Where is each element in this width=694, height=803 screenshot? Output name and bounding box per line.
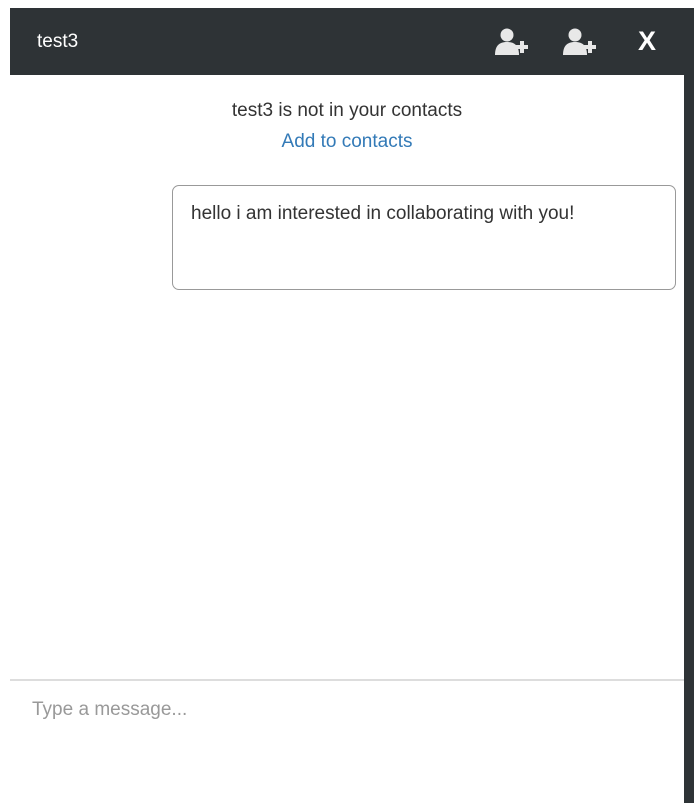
window-right-border [684, 8, 694, 803]
chat-title: test3 [37, 31, 79, 52]
add-to-contacts-link[interactable]: Add to contacts [10, 131, 684, 153]
message-bubble: hello i am interested in collaborating w… [172, 185, 676, 290]
message-composer [10, 679, 684, 803]
chat-window: test3 X test3 is not in your contacts Ad… [10, 8, 684, 803]
add-contact-icon[interactable] [563, 27, 597, 57]
chat-header: test3 X [10, 8, 684, 75]
close-button[interactable]: X [638, 8, 656, 75]
top-strip [0, 0, 694, 8]
message-input[interactable] [10, 681, 684, 803]
chat-page: test3 X test3 is not in your contacts Ad… [0, 0, 694, 803]
not-in-contacts-notice: test3 is not in your contacts [231, 100, 463, 121]
add-contact-icon[interactable] [495, 27, 529, 57]
add-contact-icon-graphic [495, 28, 528, 55]
add-contact-icon-graphic [563, 28, 596, 55]
